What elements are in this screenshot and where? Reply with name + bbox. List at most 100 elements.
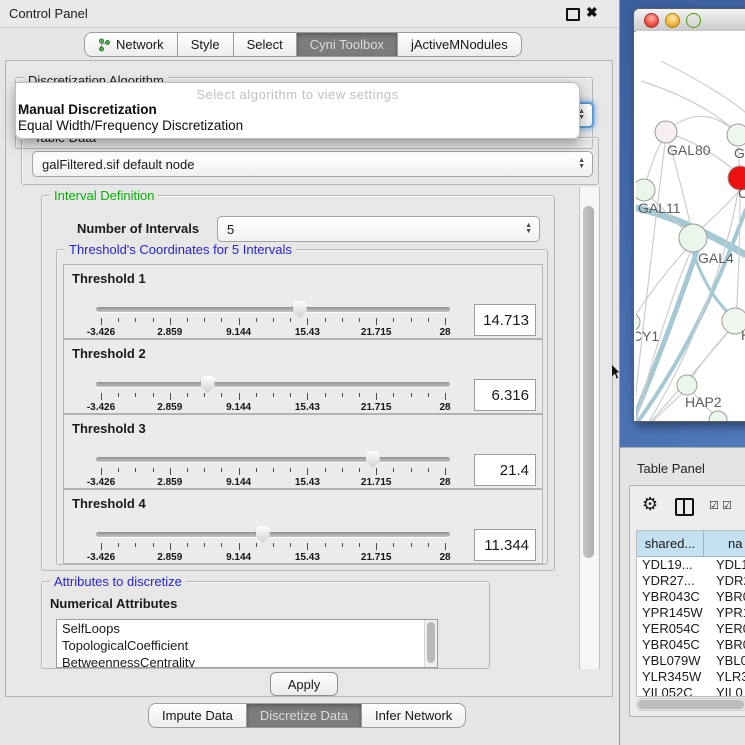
list-scrollbar-thumb[interactable] [427, 622, 435, 663]
slider-thumb[interactable] [201, 376, 215, 393]
horizontal-scrollbar-thumb[interactable] [638, 700, 744, 709]
zoom-traffic-light[interactable] [686, 13, 701, 28]
tick-label: 9.144 [226, 477, 251, 488]
tab-discretize-data[interactable]: Discretize Data [247, 703, 362, 728]
threshold-value-input[interactable]: 21.4 [474, 454, 536, 486]
network-node[interactable] [655, 121, 677, 143]
control-panel: Control Panel ✖ Network Style Select Cyn… [0, 0, 620, 745]
table-cell[interactable]: YDL19... [637, 557, 708, 573]
slider-track[interactable] [96, 457, 450, 462]
network-node[interactable] [636, 179, 655, 201]
table-cell[interactable]: YPR1 [708, 605, 745, 621]
table-cell[interactable]: YDR27... [637, 573, 708, 589]
table-cell[interactable]: YBR045C [637, 637, 708, 653]
attributes-listbox: SelfLoopsTopologicalCoefficientBetweenne… [56, 619, 438, 668]
slider-thumb[interactable] [256, 526, 270, 543]
table-cell[interactable]: YDL1 [708, 557, 745, 573]
control-panel-titlebar: Control Panel ✖ [0, 0, 619, 28]
tab-impute-data[interactable]: Impute Data [148, 703, 247, 728]
table-row[interactable]: YPR145WYPR1 [637, 605, 745, 621]
tab-infer-network[interactable]: Infer Network [362, 703, 466, 728]
slider-ticks [101, 318, 445, 326]
checkbox-icon[interactable]: ☑ [722, 499, 732, 512]
table-cell[interactable]: YBR0 [708, 637, 745, 653]
table-row[interactable]: YDR27...YDR2 [637, 573, 745, 589]
tab-label: Network [116, 37, 164, 52]
table-cell[interactable]: YBL0 [708, 653, 745, 669]
threshold-value-input[interactable]: 14.713 [474, 304, 536, 336]
table-cell[interactable]: YPR145W [637, 605, 708, 621]
table-row[interactable]: YER054CYER0 [637, 621, 745, 637]
number-of-intervals-combobox[interactable]: 5 ▲▼ [217, 216, 540, 242]
slider-track[interactable] [96, 532, 450, 537]
table-cell[interactable]: YIL0 [708, 685, 745, 697]
gear-icon[interactable]: ⚙ [642, 494, 658, 515]
top-tab-bar: Network Style Select Cyni Toolbox jActiv… [84, 32, 522, 57]
split-columns-icon[interactable] [675, 498, 694, 516]
cyni-toolbox-panel: Discretization Algorithm ▲▼ Select algor… [5, 60, 613, 697]
tab-network[interactable]: Network [84, 32, 178, 57]
table-row[interactable]: YLR345WYLR3 [637, 669, 745, 685]
slider-track[interactable] [96, 382, 450, 387]
table-cell[interactable]: YBR0 [708, 589, 745, 605]
table-row[interactable]: YBR045CYBR0 [637, 637, 745, 653]
table-row[interactable]: YDL19...YDL1 [637, 557, 745, 573]
network-node-label: GAL11 [638, 200, 681, 216]
list-scrollbar[interactable] [424, 620, 437, 667]
table-row[interactable]: YBL079WYBL0 [637, 653, 745, 669]
bottom-tab-bar: Impute Data Discretize Data Infer Networ… [148, 703, 466, 728]
tab-label: Impute Data [162, 708, 233, 723]
threshold-value-input[interactable]: 11.344 [474, 529, 536, 561]
dropdown-item-equal-width[interactable]: Equal Width/Frequency Discretization [18, 118, 243, 133]
combo-arrows-icon: ▲▼ [525, 217, 532, 241]
network-node-label: H [741, 327, 745, 343]
tab-cyni-toolbox[interactable]: Cyni Toolbox [297, 32, 398, 57]
number-of-intervals-label: Number of Intervals [77, 221, 199, 236]
table-row[interactable]: YIL052CYIL0 [637, 685, 745, 697]
dropdown-item-manual[interactable]: Manual Discretization [18, 102, 157, 117]
tick-label: 28 [439, 402, 450, 413]
table-cell[interactable]: YLR345W [637, 669, 708, 685]
tick-label: 9.144 [226, 327, 251, 338]
table-cell[interactable]: YBL079W [637, 653, 708, 669]
tab-style[interactable]: Style [178, 32, 234, 57]
table-row[interactable]: YBR043CYBR0 [637, 589, 745, 605]
network-window-titlebar[interactable] [634, 9, 745, 32]
combo-arrows-icon: ▲▼ [578, 152, 585, 176]
slider-track[interactable] [96, 307, 450, 312]
network-view-window: GAL80GCGAL11GAL4GCY1HHAP2 [633, 8, 745, 422]
threshold-slider: Threshold 2 -3.4262.8599.14415.4321.7152… [63, 339, 543, 414]
column-header[interactable]: shared... [637, 531, 704, 556]
checkbox-icon[interactable]: ☑ [709, 499, 719, 512]
table-cell[interactable]: YIL052C [637, 685, 708, 697]
attribute-list-item[interactable]: BetweennessCentrality [57, 654, 437, 668]
minimize-traffic-light[interactable] [665, 13, 680, 28]
cytoscape-desktop: GAL80GCGAL11GAL4GCY1HHAP2 [620, 0, 745, 447]
network-node[interactable] [679, 224, 707, 252]
horizontal-scrollbar[interactable] [636, 698, 745, 711]
close-traffic-light[interactable] [644, 13, 659, 28]
float-window-icon[interactable] [566, 8, 580, 21]
column-header[interactable]: na [704, 531, 745, 556]
tab-jactivemnodules[interactable]: jActiveMNodules [398, 32, 522, 57]
apply-button[interactable]: Apply [270, 672, 338, 696]
close-icon[interactable]: ✖ [586, 4, 598, 21]
slider-thumb[interactable] [366, 451, 380, 468]
attribute-list-item[interactable]: SelfLoops [57, 620, 437, 637]
network-node[interactable] [727, 124, 745, 146]
table-cell[interactable]: YDR2 [708, 573, 745, 589]
tab-select[interactable]: Select [234, 32, 297, 57]
network-node[interactable] [677, 375, 697, 395]
slider-thumb[interactable] [293, 301, 307, 318]
table-cell[interactable]: YBR043C [637, 589, 708, 605]
table-cell[interactable]: YER0 [708, 621, 745, 637]
network-canvas[interactable]: GAL80GCGAL11GAL4GCY1HHAP2 [636, 31, 745, 421]
vertical-scrollbar[interactable] [579, 187, 600, 669]
table-cell[interactable]: YER054C [637, 621, 708, 637]
table-cell[interactable]: YLR3 [708, 669, 745, 685]
vertical-scrollbar-thumb[interactable] [583, 206, 594, 558]
table-data-combobox[interactable]: galFiltered.sif default node ▲▼ [32, 151, 593, 177]
threshold-slider: Threshold 4 -3.4262.8599.14415.4321.7152… [63, 489, 543, 564]
threshold-value-input[interactable]: 6.316 [474, 379, 536, 411]
attribute-list-item[interactable]: TopologicalCoefficient [57, 637, 437, 654]
